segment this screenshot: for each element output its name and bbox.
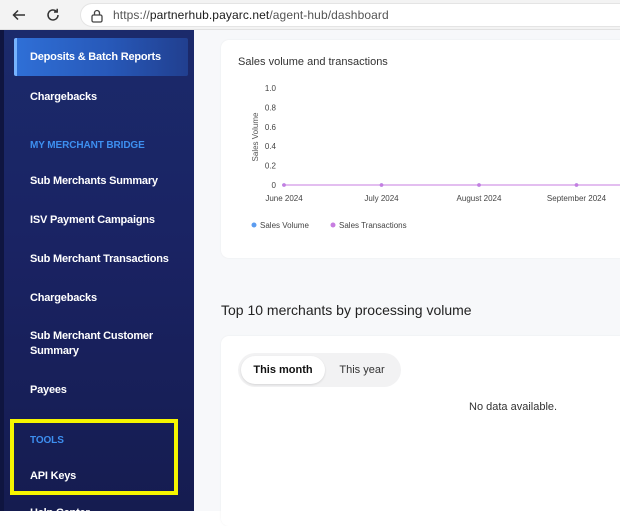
data-point <box>477 183 481 187</box>
top-merchants-title: Top 10 merchants by processing volume <box>221 302 472 318</box>
y-tick-label: 0.6 <box>265 123 277 132</box>
legend-sales-volume: Sales Volume <box>260 221 309 230</box>
reload-icon <box>47 8 59 21</box>
data-point <box>379 183 384 187</box>
arrow-left-icon <box>12 9 25 21</box>
sidebar-edge <box>0 30 4 511</box>
y-tick-label: 1.0 <box>265 84 277 93</box>
x-tick-label: June 2024 <box>265 194 303 203</box>
url-text: https://partnerhub.payarc.net/agent-hub/… <box>113 8 389 22</box>
y-axis-title: Sales Volume <box>251 112 260 161</box>
x-tick-label: September 2024 <box>547 194 607 203</box>
url-path: /agent-hub/dashboard <box>269 8 389 22</box>
sidebar-item-deposits-batch-reports[interactable]: Deposits & Batch Reports <box>14 38 188 76</box>
sidebar-item-chargebacks[interactable]: Chargebacks <box>14 90 188 105</box>
back-button[interactable] <box>8 4 30 26</box>
lock-icon <box>91 9 103 23</box>
legend-sales-transactions: Sales Transactions <box>339 221 407 230</box>
y-tick-label: 0 <box>272 181 277 190</box>
tab-this-year[interactable]: This year <box>327 356 397 384</box>
sidebar-item-isv-payment-campaigns[interactable]: ISV Payment Campaigns <box>14 213 188 228</box>
period-toggle: This month This year <box>238 353 401 387</box>
y-tick-label: 0.2 <box>265 162 277 171</box>
sidebar-item-payees[interactable]: Payees <box>14 383 188 398</box>
address-bar[interactable]: https://partnerhub.payarc.net/agent-hub/… <box>80 3 620 27</box>
sales-line-chart: Sales Volume 0 0.2 0.4 0.6 0.8 1.0 June 2024 J… <box>251 84 620 230</box>
sidebar-item-sub-merchants-summary[interactable]: Sub Merchants Summary <box>14 174 188 189</box>
sidebar-item-help-center[interactable]: Help Center <box>14 506 188 521</box>
legend-marker <box>251 222 257 228</box>
reload-button[interactable] <box>42 4 64 26</box>
tab-this-month[interactable]: This month <box>241 356 325 384</box>
browser-toolbar: https://partnerhub.payarc.net/agent-hub/… <box>0 0 620 30</box>
sidebar-item-bridge-chargebacks[interactable]: Chargebacks <box>14 291 188 306</box>
url-scheme: https:// <box>113 8 150 22</box>
sidebar-item-sub-merchant-transactions[interactable]: Sub Merchant Transactions <box>14 252 188 267</box>
data-point <box>574 183 579 187</box>
data-point <box>282 183 286 187</box>
sidebar-item-sub-merchant-customer-summary[interactable]: Sub Merchant Customer Summary <box>14 329 164 359</box>
no-data-message: No data available. <box>469 401 558 413</box>
sidebar-section-my-merchant-bridge: MY MERCHANT BRIDGE <box>30 140 145 151</box>
y-tick-label: 0.8 <box>265 103 277 112</box>
sales-chart-title: Sales volume and transactions <box>238 56 388 68</box>
y-tick-label: 0.4 <box>265 142 277 151</box>
x-tick-label: July 2024 <box>364 194 399 203</box>
annotation-highlight-box <box>10 419 178 495</box>
url-host: partnerhub.payarc.net <box>149 8 270 22</box>
legend-marker <box>330 222 336 228</box>
x-tick-label: August 2024 <box>457 194 502 203</box>
